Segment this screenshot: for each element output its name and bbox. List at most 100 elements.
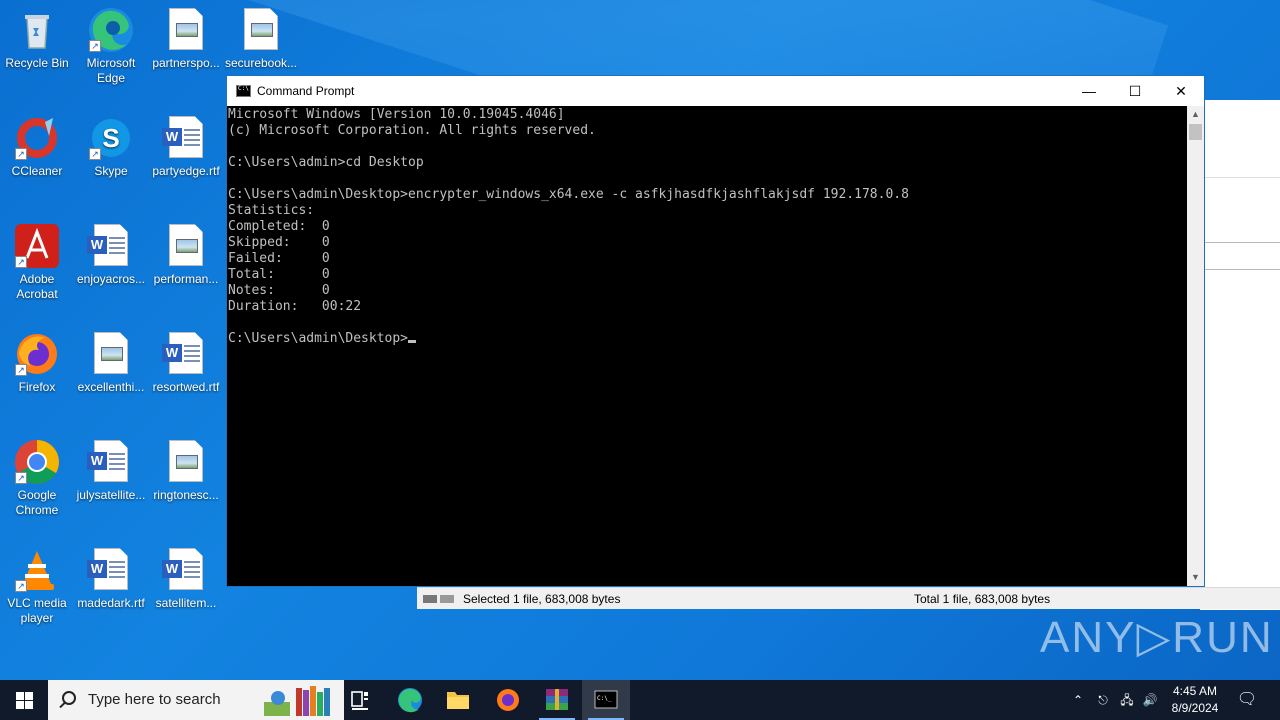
word-doc-icon: W <box>162 332 208 376</box>
desktop-icon-enjoyacros[interactable]: W enjoyacros... <box>74 224 148 287</box>
winrar-icon <box>546 689 568 710</box>
console-line: ​ <box>228 171 1187 187</box>
desktop-icon-ringtonesc[interactable]: ringtonesc... <box>149 440 223 503</box>
cmd-title: Command Prompt <box>257 84 355 98</box>
taskbar: Type here to search C:\_ ⌃ ⎋ 🖧 🔊 4:45 AM… <box>0 680 1280 720</box>
shortcut-arrow-icon: ↗ <box>89 40 101 52</box>
taskbar-edge[interactable] <box>386 680 434 720</box>
taskbar-cmd[interactable]: C:\_ <box>582 680 630 720</box>
console-output[interactable]: Microsoft Windows [Version 10.0.19045.40… <box>227 106 1188 586</box>
taskbar-file-explorer[interactable] <box>434 680 482 720</box>
desktop-icon-vlc[interactable]: ↗ VLC media player <box>0 548 74 626</box>
desktop-icon-julysatellite[interactable]: W julysatellite... <box>74 440 148 503</box>
text-cursor <box>408 340 417 343</box>
tray-overflow-icon[interactable]: ⌃ <box>1068 680 1088 720</box>
start-button[interactable] <box>0 680 48 720</box>
desktop-icon-satellitem[interactable]: W satellitem... <box>149 548 223 611</box>
image-file-icon <box>164 224 208 268</box>
image-file-icon <box>164 440 208 484</box>
taskbar-firefox[interactable] <box>484 680 532 720</box>
desktop-icon-chrome[interactable]: ↗ Google Chrome <box>0 440 74 518</box>
explorer-column-bar <box>1200 242 1280 270</box>
console-line: C:\Users\admin>cd Desktop <box>228 155 424 170</box>
edge-icon: ↗ <box>89 8 133 52</box>
word-doc-icon: W <box>87 440 133 484</box>
console-line: (c) Microsoft Corporation. All rights re… <box>228 123 596 138</box>
acrobat-icon: ↗ <box>15 224 59 268</box>
scroll-thumb[interactable] <box>1189 124 1202 140</box>
desktop-icon-recycle-bin[interactable]: Recycle Bin <box>0 8 74 71</box>
desktop-icon-edge[interactable]: ↗ Microsoft Edge <box>74 8 148 86</box>
desktop-icon-securebook[interactable]: securebook... <box>224 8 298 71</box>
network-icon[interactable]: 🖧 <box>1117 680 1137 720</box>
svg-text:C:\_: C:\_ <box>597 695 612 702</box>
console-line: Microsoft Windows [Version 10.0.19045.40… <box>228 107 565 122</box>
shortcut-arrow-icon: ↗ <box>15 256 27 268</box>
svg-text:S: S <box>102 123 119 153</box>
console-prompt-line[interactable]: C:\Users\admin\Desktop> <box>228 331 1187 347</box>
console-line: Failed: 0 <box>228 251 330 266</box>
image-file-icon <box>164 8 208 52</box>
console-prompt: C:\Users\admin\Desktop> <box>228 331 409 346</box>
console-line: Completed: 0 <box>228 219 330 234</box>
shortcut-arrow-icon: ↗ <box>15 148 27 160</box>
maximize-button[interactable]: ☐ <box>1112 76 1158 106</box>
console-line: Notes: 0 <box>228 283 330 298</box>
desktop-icon-ccleaner[interactable]: ↗ CCleaner <box>0 116 74 179</box>
scroll-down-icon[interactable]: ▼ <box>1187 569 1204 586</box>
cmd-titlebar[interactable]: Command Prompt — ☐ ✕ <box>227 76 1204 106</box>
shortcut-arrow-icon: ↗ <box>15 364 27 376</box>
desktop-icon-performan[interactable]: performan... <box>149 224 223 287</box>
console-line: ​ <box>228 315 1187 331</box>
desktop-icon-skype[interactable]: S ↗ Skype <box>74 116 148 179</box>
task-view-icon <box>351 691 368 710</box>
word-doc-icon: W <box>87 224 133 268</box>
firefox-icon <box>497 689 519 711</box>
explorer-header <box>1200 100 1280 178</box>
minimize-button[interactable]: — <box>1066 76 1112 106</box>
search-highlight-icon <box>264 686 330 716</box>
task-view-button[interactable] <box>336 680 384 720</box>
drive-icon <box>423 595 454 603</box>
ccleaner-icon: ↗ <box>15 116 59 160</box>
firefox-icon: ↗ <box>15 332 59 376</box>
taskbar-search-box[interactable]: Type here to search <box>48 680 344 720</box>
taskbar-winrar[interactable] <box>533 680 581 720</box>
desktop-icon-excellenthi[interactable]: excellenthi... <box>74 332 148 395</box>
search-placeholder: Type here to search <box>88 691 221 708</box>
desktop-icon-madedark[interactable]: W madedark.rtf <box>74 548 148 611</box>
desktop-icon-firefox[interactable]: ↗ Firefox <box>0 332 74 395</box>
word-doc-icon: W <box>87 548 133 592</box>
explorer-window-behind[interactable] <box>1200 100 1280 610</box>
console-line: C:\Users\admin\Desktop>encrypter_windows… <box>228 187 909 202</box>
notification-icon[interactable]: 🗨 <box>1236 680 1258 720</box>
console-line: Skipped: 0 <box>228 235 330 250</box>
search-icon <box>62 691 76 705</box>
word-doc-icon: W <box>162 548 208 592</box>
taskbar-clock[interactable]: 4:45 AM 8/9/2024 <box>1160 683 1230 717</box>
volume-icon[interactable]: 🔊 <box>1140 680 1160 720</box>
clock-time: 4:45 AM <box>1172 684 1218 698</box>
cmd-icon: C:\_ <box>594 690 618 709</box>
cmd-app-icon <box>236 85 251 97</box>
close-button[interactable]: ✕ <box>1158 76 1204 106</box>
desktop-icon-partnerspo[interactable]: partnerspo... <box>149 8 223 71</box>
recycle-bin-icon <box>15 8 59 52</box>
edge-icon <box>398 688 422 713</box>
desktop-icon-partyedge[interactable]: W partyedge.rtf <box>149 116 223 179</box>
scroll-up-icon[interactable]: ▲ <box>1187 106 1204 123</box>
chrome-icon: ↗ <box>15 440 59 484</box>
console-line: ​ <box>228 139 1187 155</box>
shortcut-arrow-icon: ↗ <box>89 148 101 160</box>
status-selected: Selected 1 file, 683,008 bytes <box>463 592 621 606</box>
vlc-icon: ↗ <box>15 548 59 592</box>
console-scrollbar[interactable]: ▲ ▼ <box>1187 106 1204 586</box>
tray-device-icon[interactable]: ⎋ <box>1093 680 1113 720</box>
console-line: Statistics: <box>228 203 315 218</box>
status-total: Total 1 file, 683,008 bytes <box>914 592 1051 606</box>
desktop-icon-resortwed[interactable]: W resortwed.rtf <box>149 332 223 395</box>
image-file-icon <box>89 332 133 376</box>
command-prompt-window[interactable]: Command Prompt — ☐ ✕ Microsoft Windows [… <box>226 75 1205 587</box>
explorer-status-bar: Selected 1 file, 683,008 bytes Total 1 f… <box>417 587 1280 609</box>
desktop-icon-acrobat[interactable]: ↗ Adobe Acrobat <box>0 224 74 302</box>
